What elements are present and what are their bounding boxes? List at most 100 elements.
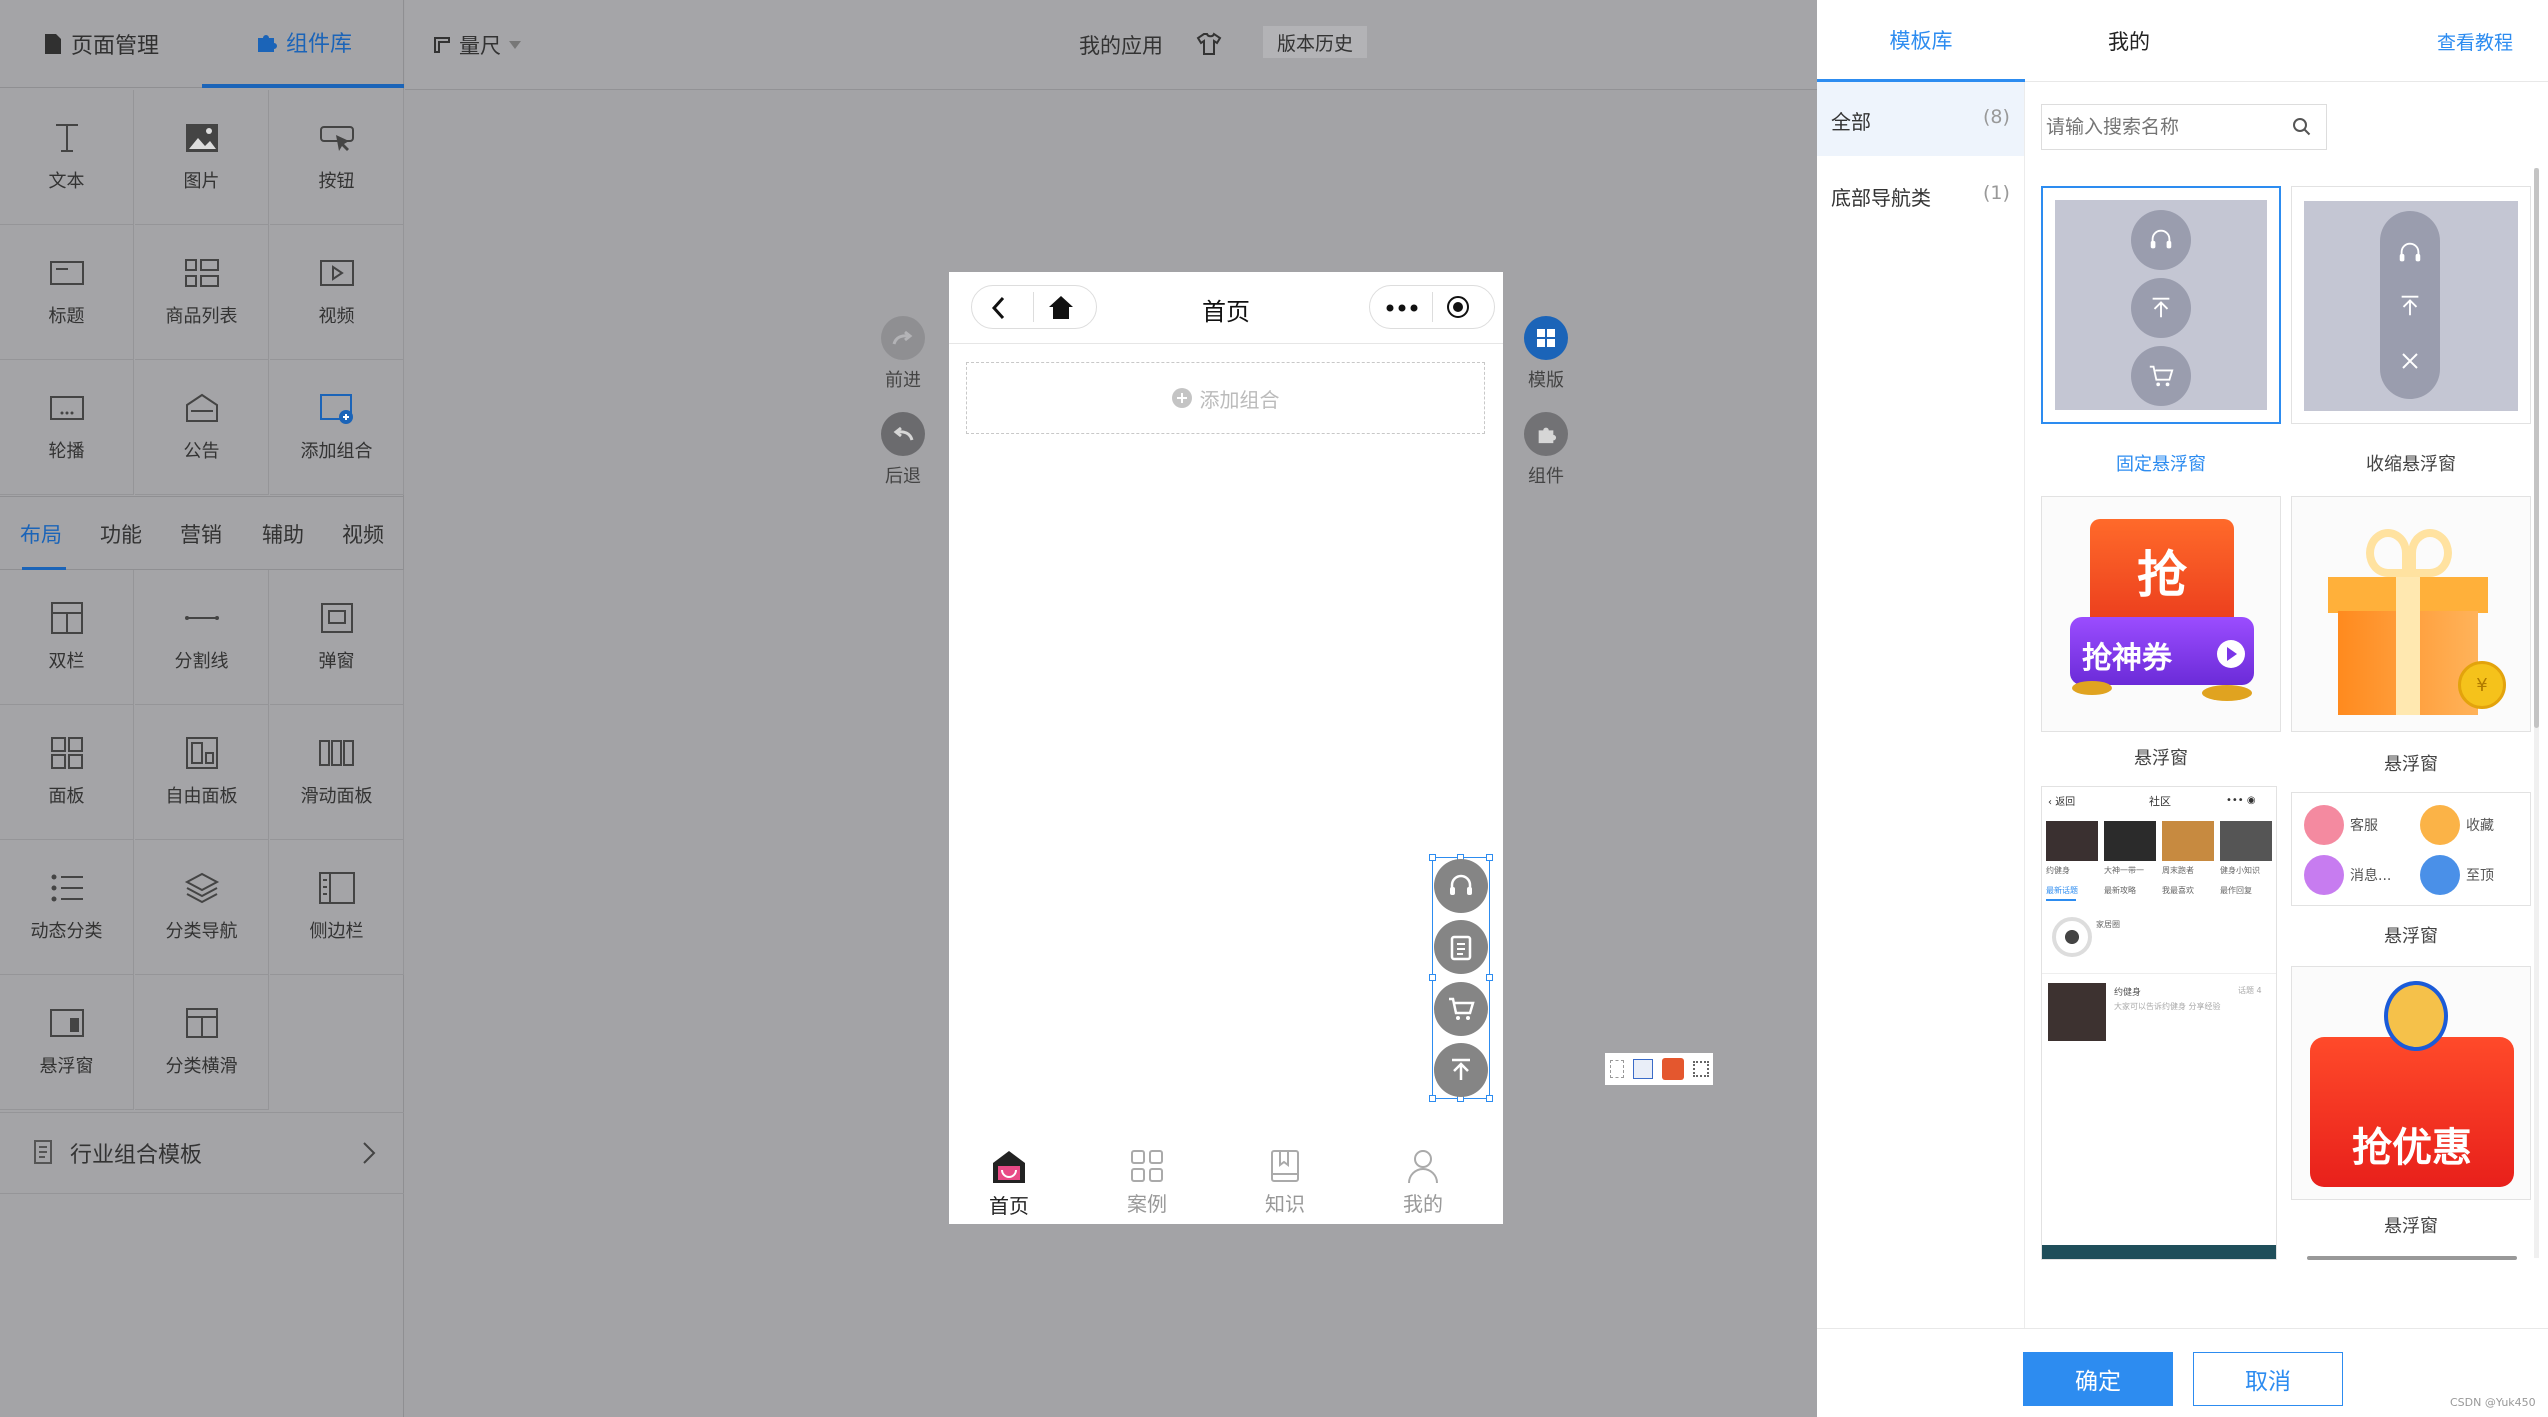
ruler-dropdown[interactable]: 量尺 [433,30,521,60]
puzzle-icon [1524,412,1568,456]
template-card-float-menu[interactable]: 客服 收藏 消息... 至顶 [2291,792,2531,906]
document-icon [34,1140,52,1164]
tab-video[interactable]: 视频 [342,497,384,571]
cancel-button[interactable]: 取消 [2193,1352,2343,1406]
template-card-collapse-float[interactable] [2291,186,2531,424]
component-product-list[interactable]: 商品列表 [135,225,269,360]
component-add-group[interactable]: 添加组合 [270,360,404,495]
tab-auxiliary[interactable]: 辅助 [262,497,304,571]
tabbar-mine[interactable]: 我的 [1403,1148,1443,1217]
float-clipboard-button[interactable] [1434,920,1488,974]
template-card-fixed-float[interactable] [2041,186,2281,424]
check-icon [1632,1059,1653,1079]
component-category-scroll[interactable]: 分类横滑 [135,975,269,1110]
left-tabs: 页面管理 组件库 [0,0,404,88]
component-label: 添加组合 [300,441,373,462]
version-history-button[interactable]: 版本历史 [1263,26,1368,58]
component-popup[interactable]: 弹窗 [270,570,404,705]
floating-window-icon [49,1009,84,1037]
shirt-icon[interactable] [1196,32,1222,56]
add-group-zone[interactable]: 添加组合 [966,362,1485,434]
component-button[interactable]: 组件 [1524,412,1568,488]
search-box[interactable] [2041,104,2327,150]
resize-handle[interactable] [1486,1095,1493,1102]
resize-handle[interactable] [1486,974,1493,981]
component-video[interactable]: 视频 [270,225,404,360]
resize-handle[interactable] [1429,854,1436,861]
template-card-promo-float[interactable]: 抢优惠 [2291,966,2531,1200]
search-input[interactable] [2042,105,2282,149]
component-dynamic-category[interactable]: 动态分类 [0,840,134,975]
to-top-icon [2420,855,2460,895]
confirm-button[interactable]: 确定 [2023,1352,2173,1406]
chevron-right-icon [363,1142,376,1164]
float-top-button[interactable] [1434,1043,1488,1097]
industry-template-entry[interactable]: 行业组合模板 [0,1112,404,1194]
tab-component-library[interactable]: 组件库 [202,0,404,88]
resize-handle[interactable] [1429,1095,1436,1102]
notice-icon [185,393,218,422]
tab-my-templates[interactable]: 我的 [2025,0,2233,82]
component-divider[interactable]: 分割线 [135,570,269,705]
back-button[interactable]: 后退 [881,412,925,488]
mini-post-image [2048,983,2106,1041]
component-sliding-panel[interactable]: 滑动面板 [270,705,404,840]
gift-bow [2408,529,2452,577]
user-icon [1408,1150,1438,1184]
tabbar-knowledge[interactable]: 知识 [1265,1148,1305,1217]
component-label: 自由面板 [165,786,238,807]
template-card-coupon-float[interactable]: 抢 抢神券 [2041,496,2281,732]
scrollbar-thumb[interactable] [2534,168,2539,728]
tutorial-link[interactable]: 查看教程 [2437,28,2513,55]
component-label: 悬浮窗 [39,1056,94,1077]
resize-handle[interactable] [1486,854,1493,861]
tabbar-cases[interactable]: 案例 [1127,1148,1167,1217]
tab-template-library[interactable]: 模板库 [1817,0,2025,82]
mini-toolbar[interactable] [1605,1053,1713,1085]
tab-function[interactable]: 功能 [100,497,142,571]
tabbar-home[interactable]: 首页 [989,1148,1029,1219]
close-target-icon[interactable] [1446,295,1470,319]
component-title[interactable]: 标题 [0,225,134,360]
more-dots-icon[interactable] [1386,304,1418,312]
float-headset-button[interactable] [1434,859,1488,913]
template-card-gift-float[interactable]: ¥ [2291,496,2531,732]
fullscreen-icon [1692,1061,1709,1077]
template-caption: 悬浮窗 [2384,1216,2438,1237]
forward-button[interactable]: 前进 [881,316,925,392]
mini-divider [2042,973,2276,974]
puzzle-icon [257,35,277,52]
mini-name: 周末跑者 [2162,866,2194,875]
component-button[interactable]: 按钮 [270,90,404,225]
tab-layout[interactable]: 布局 [20,497,62,571]
component-notice[interactable]: 公告 [135,360,269,495]
category-bottom-nav[interactable]: 底部导航类 (1) [1817,158,2024,232]
component-free-panel[interactable]: 自由面板 [135,705,269,840]
forward-label: 前进 [885,370,921,391]
component-image[interactable]: 图片 [135,90,269,225]
component-label: 双栏 [48,651,85,672]
divider-icon [184,616,219,620]
float-cart-button[interactable] [1434,982,1488,1036]
component-floating-window[interactable]: 悬浮窗 [0,975,134,1110]
page-icon [44,34,61,54]
template-button[interactable]: 模版 [1524,316,1568,392]
component-sidebar[interactable]: 侧边栏 [270,840,404,975]
my-app-label[interactable]: 我的应用 [1079,30,1163,60]
resize-handle[interactable] [1429,974,1436,981]
category-all[interactable]: 全部 (8) [1817,82,2024,156]
component-category-nav[interactable]: 分类导航 [135,840,269,975]
component-two-column[interactable]: 双栏 [0,570,134,705]
component-carousel[interactable]: 轮播 [0,360,134,495]
mini-thumb [2220,821,2272,861]
grid-icon [1524,316,1568,360]
template-panel: 模板库 我的 查看教程 全部 (8) 底部导航类 (1) 固定悬浮窗 收缩悬浮窗… [1817,0,2548,1417]
list-icon [51,874,83,902]
tab-page-management[interactable]: 页面管理 [0,0,202,88]
tab-marketing[interactable]: 营销 [180,497,222,571]
template-card-community[interactable]: ‹ 返回 社区 ••• ◉ 约健身 大神一带一 周末跑者 健身小知识 最新话题 … [2041,786,2277,1260]
component-text[interactable]: 文本 [0,90,134,225]
phone-preview: 首页 添加组合 首页 案例 知识 我的 [949,272,1503,1224]
gift-bow [2366,529,2410,577]
component-panel[interactable]: 面板 [0,705,134,840]
